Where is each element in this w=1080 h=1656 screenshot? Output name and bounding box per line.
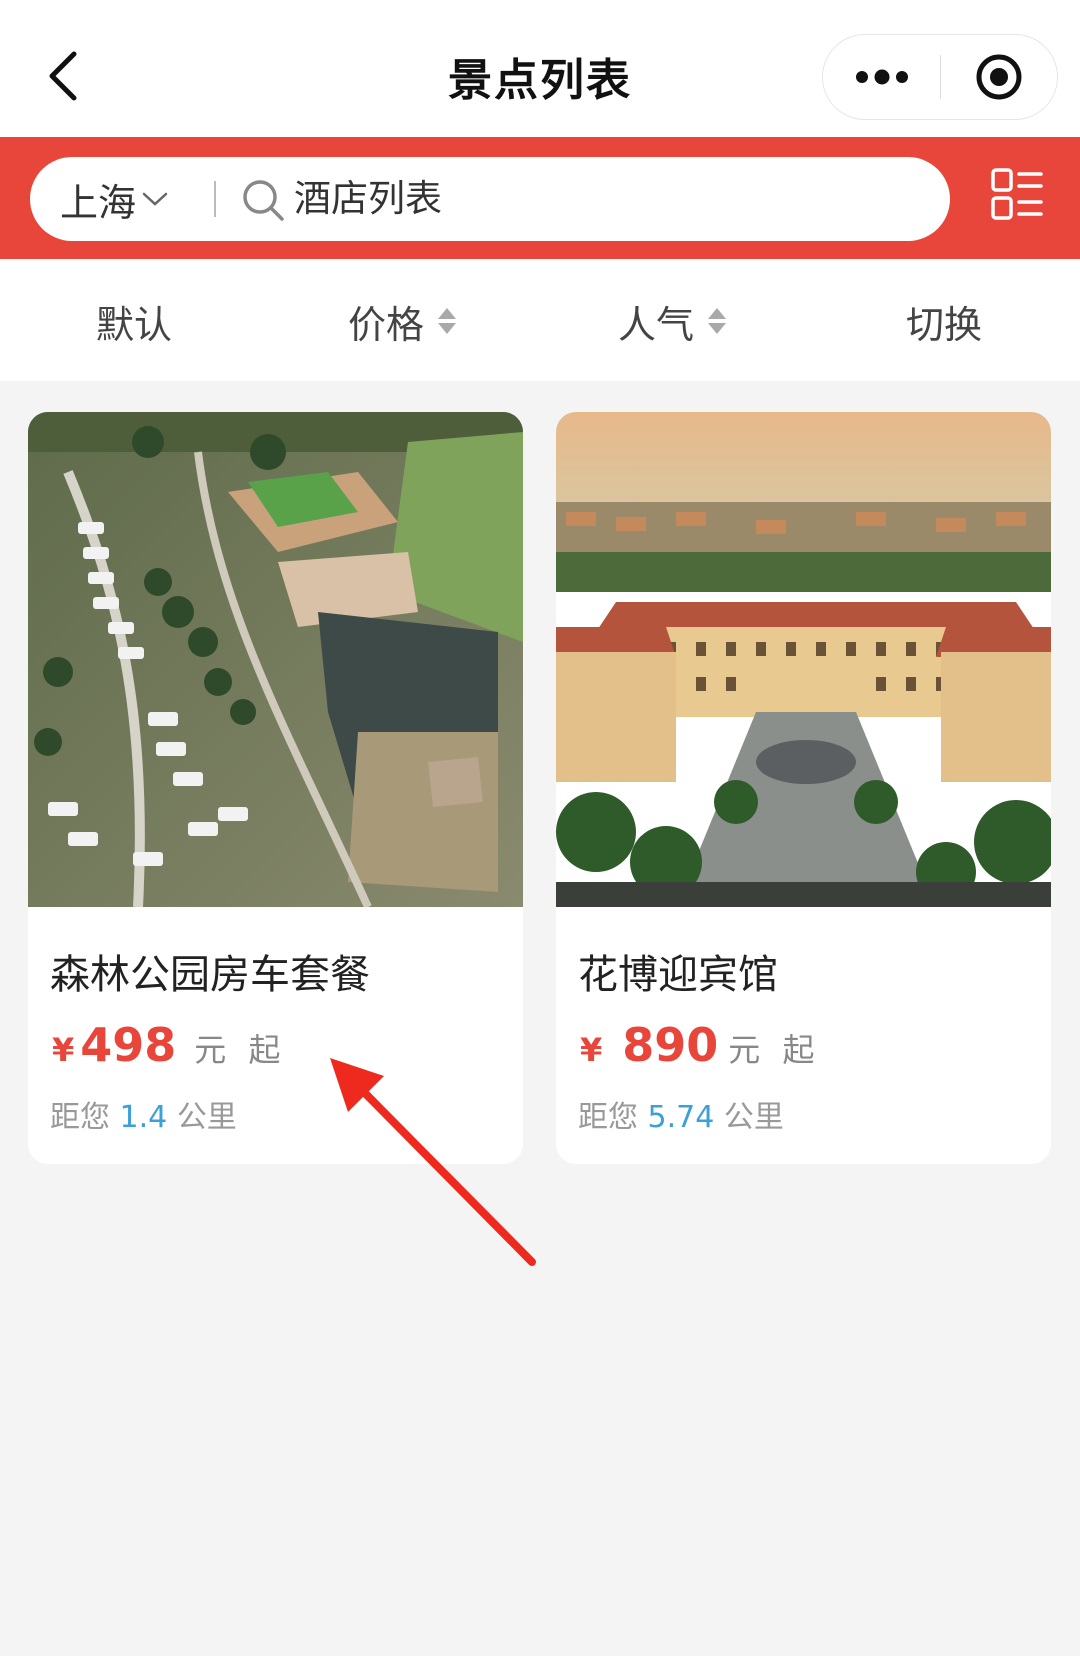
list-layout-icon[interactable] bbox=[990, 167, 1044, 221]
distance-value: 5.74 bbox=[647, 1100, 715, 1135]
price-currency: ¥ bbox=[580, 1031, 603, 1069]
spot-photo-hotel bbox=[556, 412, 1051, 907]
price-value: 498 bbox=[80, 1018, 177, 1072]
price-row: ¥ 498 元 起 bbox=[52, 1018, 286, 1078]
sort-arrows-icon bbox=[708, 308, 727, 334]
price-row: ¥ 890 元 起 bbox=[580, 1018, 820, 1078]
sort-arrows-icon bbox=[438, 308, 457, 334]
price-unit: 元 起 bbox=[728, 1031, 821, 1069]
search-divider bbox=[214, 181, 216, 217]
app-page: 景点列表 上海 酒店列表 默认 价格 人气 切换 森林公园房车套餐 ¥ 498 … bbox=[0, 0, 1080, 1656]
city-selector[interactable]: 上海 bbox=[60, 173, 168, 225]
spot-photo-rv-park bbox=[28, 412, 523, 907]
distance-prefix: 距您 bbox=[50, 1100, 110, 1135]
more-button[interactable] bbox=[823, 34, 940, 120]
distance-row: 距您 1.4 公里 bbox=[50, 1092, 237, 1136]
distance-unit: 公里 bbox=[723, 1100, 784, 1135]
distance-value: 1.4 bbox=[119, 1100, 168, 1135]
chevron-down-icon bbox=[142, 192, 168, 206]
sort-default-label: 默认 bbox=[96, 302, 173, 347]
target-circle-icon bbox=[976, 54, 1022, 100]
distance-prefix: 距您 bbox=[578, 1100, 638, 1135]
price-unit: 元 起 bbox=[194, 1031, 287, 1069]
search-band: 上海 酒店列表 bbox=[0, 137, 1080, 259]
sort-price-label: 价格 bbox=[348, 302, 425, 347]
close-mini-program-button[interactable] bbox=[941, 34, 1057, 120]
switch-view-label: 切换 bbox=[906, 302, 983, 347]
mini-program-capsule bbox=[822, 34, 1058, 120]
more-dots-icon bbox=[855, 69, 908, 85]
search-box[interactable]: 上海 酒店列表 bbox=[30, 157, 950, 241]
search-input[interactable]: 酒店列表 bbox=[294, 177, 442, 221]
spot-card[interactable]: 花博迎宾馆 ¥ 890 元 起 距您 5.74 公里 bbox=[556, 412, 1051, 1164]
distance-row: 距您 5.74 公里 bbox=[578, 1092, 784, 1136]
price-value: 890 bbox=[622, 1018, 719, 1072]
sort-popularity[interactable]: 人气 bbox=[618, 297, 727, 347]
sort-popularity-label: 人气 bbox=[618, 302, 695, 347]
distance-unit: 公里 bbox=[176, 1100, 237, 1135]
sort-default[interactable]: 默认 bbox=[96, 297, 172, 347]
search-icon bbox=[243, 180, 284, 221]
sort-price[interactable]: 价格 bbox=[348, 297, 457, 347]
nav-bar: 景点列表 bbox=[0, 0, 1080, 137]
sort-bar: 默认 价格 人气 切换 bbox=[0, 259, 1080, 381]
switch-view[interactable]: 切换 bbox=[906, 297, 982, 347]
spot-title: 花博迎宾馆 bbox=[578, 952, 778, 998]
annotation-arrow bbox=[330, 1058, 536, 1266]
city-label: 上海 bbox=[60, 180, 137, 225]
price-currency: ¥ bbox=[52, 1031, 75, 1069]
spot-title: 森林公园房车套餐 bbox=[50, 952, 370, 998]
